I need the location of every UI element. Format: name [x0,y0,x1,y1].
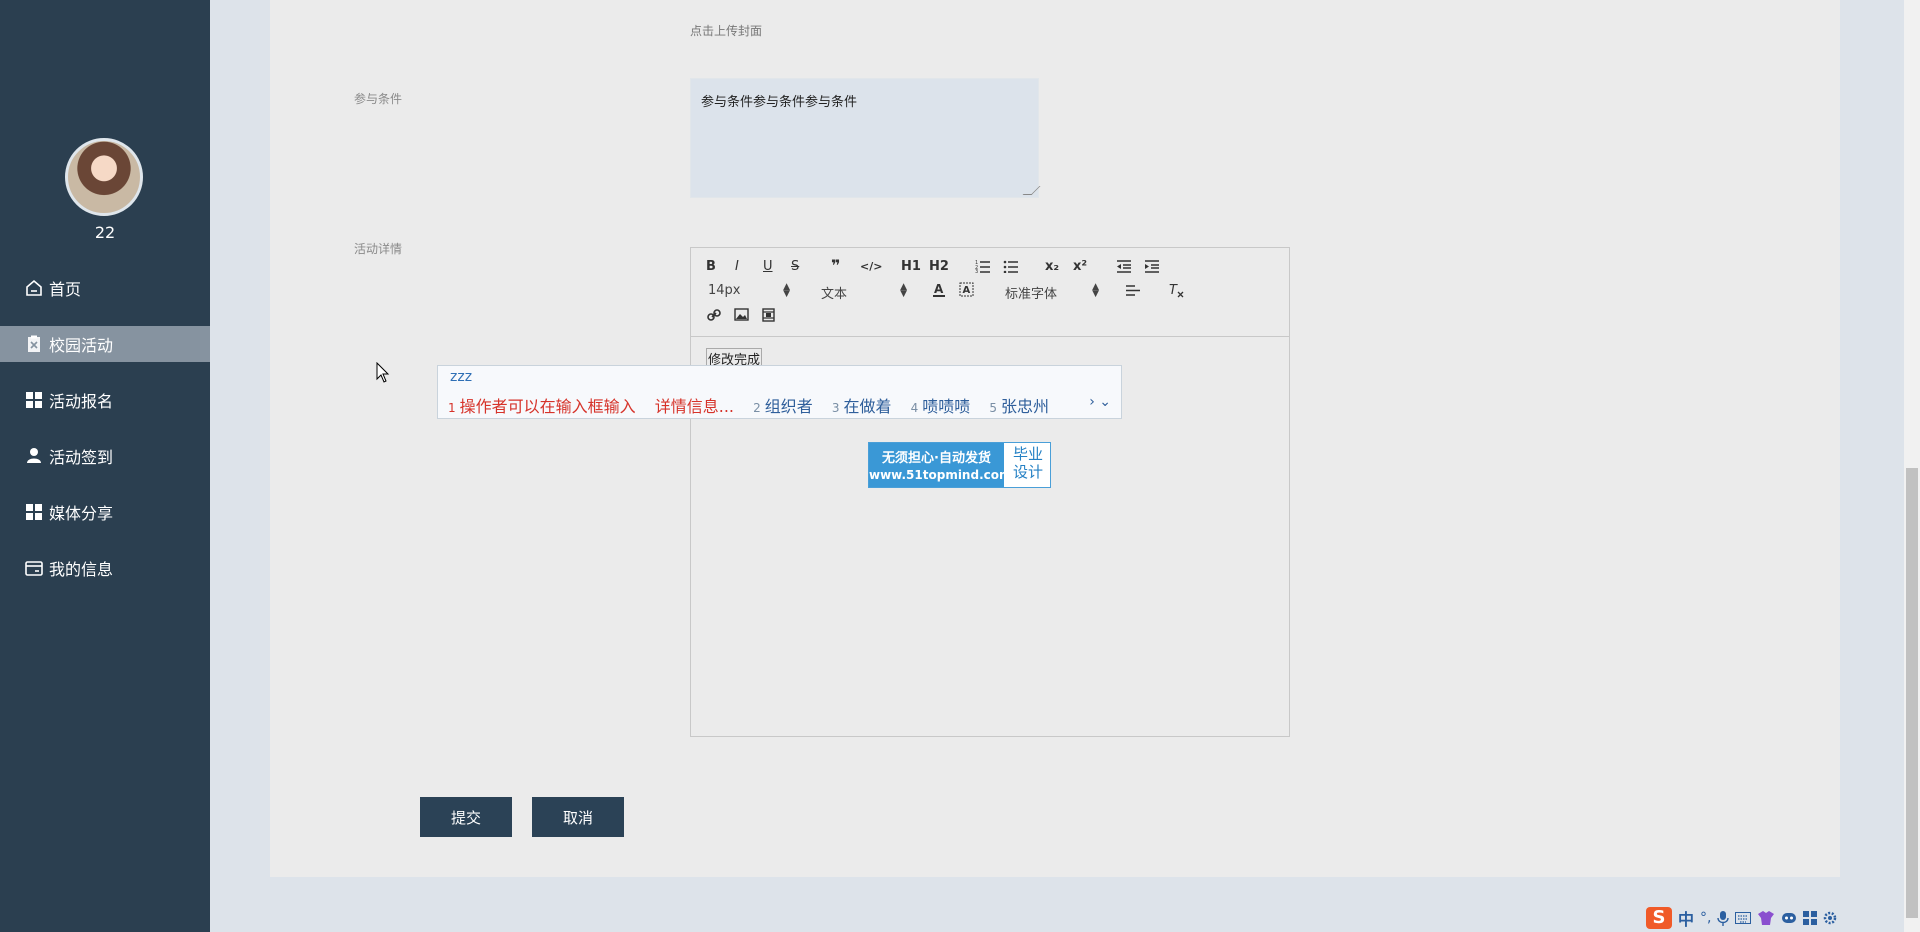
cancel-button[interactable]: 取消 [532,797,624,837]
sidebar-item-activity-checkin[interactable]: 活动签到 [0,438,210,474]
sidebar-item-label: 校园活动 [49,336,114,355]
select-arrow-icon: ▲ ▼ [783,282,790,299]
image-icon[interactable] [734,308,749,321]
avatar[interactable] [65,138,143,216]
svg-text:A: A [963,285,971,296]
submit-button[interactable]: 提交 [420,797,512,837]
assistant-icon[interactable] [1781,911,1797,925]
microphone-icon[interactable] [1717,910,1730,926]
punctuation-icon[interactable]: °, [1700,910,1711,926]
keyboard-icon[interactable] [1735,912,1752,924]
sidebar-item-label: 活动报名 [49,392,114,411]
link-icon[interactable] [707,308,721,322]
sidebar-item-home[interactable]: 首页 [0,270,210,306]
ime-candidate[interactable]: 2 组织者 [753,397,813,416]
sidebar: 22 首页 校园活动 活动报名 活动签到 媒体分享 我的信息 [0,0,210,932]
sidebar-item-label: 活动签到 [49,448,114,467]
username: 22 [94,223,116,242]
blockquote-button[interactable]: ❞ [831,256,840,275]
ime-candidate[interactable]: 3 在做着 [832,397,892,416]
align-icon[interactable] [1125,285,1141,297]
strike-button[interactable]: S [791,259,799,274]
editor-toolbar: B I U S ❞ </> H1 H2 123 x₂ x² 14px ▲ ▼ 文本… [691,248,1289,337]
svg-text:T: T [1169,283,1178,298]
h1-button[interactable]: H1 [901,259,921,274]
ime-candidate-list: 1 操作者可以在输入框输入 详情信息... 2 组织者 3 在做着 4 啧啧啧 5 张忠州 [448,393,1063,417]
resize-handle[interactable] [1022,186,1041,195]
ime-candidate[interactable]: 4 啧啧啧 [911,397,971,416]
underline-button[interactable]: U [763,259,773,274]
ad-right-line: 设计 [1012,463,1043,481]
rich-text-editor[interactable]: B I U S ❞ </> H1 H2 123 x₂ x² 14px ▲ ▼ 文本… [690,247,1290,737]
toolbox-icon[interactable] [1803,911,1818,925]
grid-icon [26,504,42,520]
video-icon[interactable] [762,308,775,322]
svg-text:3: 3 [975,269,978,273]
bullet-list-icon[interactable] [1003,259,1019,273]
sogou-logo-icon[interactable]: S [1646,907,1672,929]
ad-right-panel: 毕业 设计 [1006,445,1050,481]
select-arrow-icon: ▲ ▼ [1092,282,1099,299]
ad-left-panel: 无须担心·自动发货 www.51topmind.com [869,443,1012,487]
outdent-icon[interactable] [1116,260,1132,273]
svg-text:A: A [934,282,944,296]
skin-icon[interactable] [1757,910,1775,926]
mouse-cursor-icon [376,362,390,383]
font-size-select[interactable]: 14px ▲ ▼ [708,283,790,299]
sidebar-item-campus-activity[interactable]: 校园活动 [0,326,210,362]
code-button[interactable]: </> [860,260,882,273]
card-icon [25,561,43,576]
ime-candidate[interactable]: 1 操作者可以在输入框输入 [448,397,636,416]
font-color-icon[interactable]: A [932,282,946,298]
superscript-button[interactable]: x² [1073,259,1087,274]
condition-value: 参与条件参与条件参与条件 [701,95,858,110]
ad-url: www.51topmind.com [869,468,1012,482]
ime-candidate[interactable]: 详情信息... [655,397,734,416]
block-type-select[interactable]: 文本 ▲ ▼ [821,282,907,303]
sidebar-item-my-info[interactable]: 我的信息 [0,550,210,586]
indent-icon[interactable] [1144,260,1160,273]
font-family-select[interactable]: 标准字体 ▲ ▼ [1005,282,1099,303]
clear-format-icon[interactable]: T [1169,283,1185,299]
bold-button[interactable]: B [706,259,716,274]
home-icon [26,279,42,296]
h2-button[interactable]: H2 [929,259,949,274]
ad-right-line: 毕业 [1012,445,1043,463]
ime-toolbar: S 中 °, [1646,904,1902,932]
settings-icon[interactable] [1823,911,1837,925]
block-type-value: 文本 [821,287,848,302]
sidebar-item-media-share[interactable]: 媒体分享 [0,494,210,530]
italic-button[interactable]: I [735,259,739,274]
sidebar-item-label: 媒体分享 [49,504,114,523]
font-size-value: 14px [708,283,741,298]
subscript-button[interactable]: x₂ [1045,259,1059,274]
clipboard-icon [28,335,40,352]
sidebar-item-label: 首页 [49,280,82,299]
condition-label: 参与条件 [354,92,403,106]
ime-composition: zzz [450,369,473,385]
upload-cover-hint[interactable]: 点击上传封面 [690,22,762,39]
ordered-list-icon[interactable]: 123 [975,259,991,273]
watermark-ad: 无须担心·自动发货 www.51topmind.com 毕业 设计 [868,442,1051,488]
sidebar-item-activity-signup[interactable]: 活动报名 [0,382,210,418]
grid-icon [26,392,42,408]
select-arrow-icon: ▲ ▼ [900,282,907,299]
form-card: 点击上传封面 参与条件 参与条件参与条件参与条件 活动详情 B I U S ❞ … [270,0,1840,877]
condition-textarea[interactable]: 参与条件参与条件参与条件 [690,78,1041,198]
scrollbar-thumb[interactable] [1906,468,1918,918]
user-icon [27,448,41,463]
sidebar-nav: 首页 校园活动 活动报名 活动签到 媒体分享 我的信息 [0,270,210,606]
sidebar-item-label: 我的信息 [49,560,114,579]
font-family-value: 标准字体 [1005,287,1058,302]
ime-candidate-window: zzz 1 操作者可以在输入框输入 详情信息... 2 组织者 3 在做着 4 啧啧啧 … [437,365,1122,419]
ime-next-page-icon[interactable]: › ⌄ [1089,394,1111,410]
background-color-icon[interactable]: A [959,282,974,298]
detail-label: 活动详情 [354,242,403,256]
ad-slogan: 无须担心·自动发货 [882,451,991,466]
language-toggle[interactable]: 中 [1678,906,1694,930]
page-scrollbar[interactable] [1904,0,1920,932]
ime-candidate[interactable]: 5 张忠州 [989,397,1049,416]
